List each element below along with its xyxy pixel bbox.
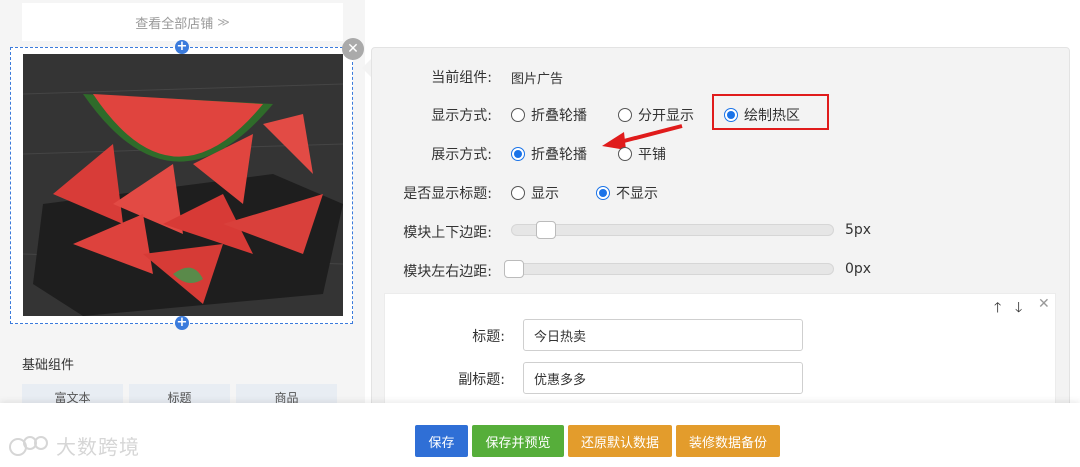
add-above-icon[interactable]: +: [175, 40, 189, 54]
radio-selected-icon: [596, 186, 610, 200]
radio-icon: [618, 147, 632, 161]
save-button[interactable]: 保存: [415, 425, 468, 457]
show-title-yes[interactable]: 显示: [511, 183, 559, 203]
vertical-padding-slider[interactable]: [511, 224, 834, 236]
current-component-value: 图片广告: [511, 72, 564, 87]
move-down-icon[interactable]: 🡓: [1015, 297, 1022, 321]
add-below-icon[interactable]: +: [175, 316, 189, 330]
basic-components-title: 基础组件: [22, 358, 75, 373]
subtitle-field-label: 副标题:: [458, 372, 505, 388]
show-title-label: 是否显示标题:: [403, 186, 492, 202]
preview-column: 查看全部店铺 ≫ + + ✕ 基础组件 富文本 标题 商品: [0, 0, 365, 467]
vertical-padding-label: 模块上下边距:: [403, 225, 492, 241]
title-input[interactable]: [523, 319, 803, 351]
horizontal-padding-label: 模块左右边距:: [403, 264, 492, 280]
move-up-icon[interactable]: 🡑: [994, 297, 1001, 321]
image-ad-component[interactable]: + +: [10, 40, 353, 330]
display-mode-label: 显示方式:: [431, 108, 492, 124]
radio-icon: [511, 186, 525, 200]
watermark-text: 大数跨境: [56, 435, 140, 459]
logo-icon: [9, 435, 48, 456]
subtitle-input[interactable]: [523, 362, 803, 394]
backup-data-button[interactable]: 装修数据备份: [676, 425, 780, 457]
title-field-label: 标题:: [472, 329, 505, 345]
view-all-stores-link[interactable]: 查看全部店铺 ≫: [22, 3, 343, 41]
view-all-label: 查看全部店铺: [135, 16, 214, 32]
radio-icon: [511, 108, 525, 122]
double-chevron-right-icon: ≫: [217, 15, 230, 29]
restore-default-button[interactable]: 还原默认数据: [568, 425, 672, 457]
horizontal-padding-value: 0px: [845, 261, 872, 277]
watermark: 大数跨境: [8, 431, 140, 460]
remove-item-icon[interactable]: ✕: [1038, 296, 1050, 312]
watermelon-image: [23, 54, 343, 316]
show-mode-fold-carousel[interactable]: 折叠轮播: [511, 144, 587, 164]
show-mode-tile[interactable]: 平铺: [618, 144, 666, 164]
show-mode-label: 展示方式:: [431, 147, 492, 163]
vertical-padding-value: 5px: [845, 222, 872, 238]
horizontal-padding-slider-handle[interactable]: [504, 260, 524, 278]
close-icon[interactable]: ✕: [342, 38, 364, 60]
show-title-no[interactable]: 不显示: [596, 183, 658, 203]
radio-selected-icon: [511, 147, 525, 161]
current-component-label: 当前组件:: [431, 70, 492, 86]
display-mode-fold-carousel[interactable]: 折叠轮播: [511, 105, 587, 125]
save-and-preview-button[interactable]: 保存并预览: [472, 425, 564, 457]
vertical-padding-slider-handle[interactable]: [536, 221, 556, 239]
horizontal-padding-slider[interactable]: [511, 263, 834, 275]
highlight-box: [712, 94, 829, 130]
